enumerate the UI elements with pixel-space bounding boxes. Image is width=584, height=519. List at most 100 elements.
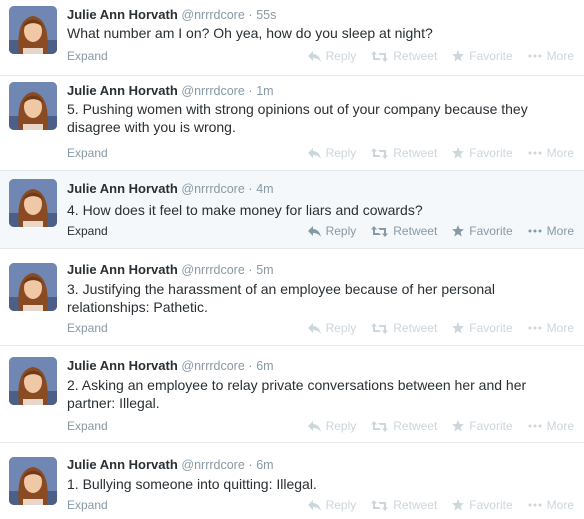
expand-link[interactable]: Expand [67, 418, 108, 434]
tweet-footer: Expand Reply Retweet Favorite More [67, 223, 574, 239]
reply-label: Reply [325, 224, 357, 238]
favorite-label: Favorite [469, 419, 513, 433]
tweet-actions: Reply Retweet Favorite More [293, 418, 574, 434]
tweet-text: 5. Pushing women with strong opinions ou… [67, 101, 528, 135]
favorite-button[interactable]: Favorite [452, 418, 513, 434]
expand-link[interactable]: Expand [67, 223, 108, 239]
retweet-label: Retweet [393, 498, 438, 512]
author-name[interactable]: Julie Ann Horvath [67, 181, 178, 196]
expand-link[interactable]: Expand [67, 48, 108, 64]
retweet-button[interactable]: Retweet [371, 48, 437, 64]
tweet[interactable]: Julie Ann Horvath @nrrrdcore · 5m 3. Jus… [0, 249, 584, 346]
more-dots-icon [528, 229, 542, 233]
avatar[interactable] [9, 82, 57, 130]
retweet-label: Retweet [393, 146, 438, 160]
reply-icon [307, 322, 321, 334]
retweet-label: Retweet [393, 224, 438, 238]
tweet-header: Julie Ann Horvath @nrrrdcore · 1m [67, 82, 274, 100]
tweet-text: 2. Asking an employee to relay private c… [67, 377, 527, 411]
tweet-timestamp[interactable]: 5m [256, 263, 273, 277]
avatar[interactable] [9, 179, 57, 227]
reply-button[interactable]: Reply [307, 497, 356, 513]
retweet-button[interactable]: Retweet [371, 497, 437, 513]
retweet-icon [371, 420, 389, 432]
more-label: More [546, 419, 574, 433]
tweet-footer: Expand Reply Retweet Favorite More [67, 320, 574, 336]
author-handle[interactable]: @nrrrdcore [181, 359, 244, 373]
tweet-actions: Reply Retweet Favorite More [293, 320, 574, 336]
retweet-icon [371, 147, 389, 159]
tweet[interactable]: Julie Ann Horvath @nrrrdcore · 4m 4. How… [0, 171, 584, 249]
tweet-timestamp[interactable]: 6m [256, 359, 273, 373]
separator-dot: · [248, 458, 253, 472]
favorite-label: Favorite [469, 321, 513, 335]
star-icon [452, 50, 465, 62]
tweet-timestamp[interactable]: 55s [256, 8, 276, 22]
author-handle[interactable]: @nrrrdcore [181, 458, 244, 472]
tweet-actions: Reply Retweet Favorite More [293, 48, 574, 64]
more-label: More [546, 321, 574, 335]
tweet-footer: Expand Reply Retweet Favorite More [67, 145, 574, 161]
retweet-label: Retweet [393, 321, 438, 335]
more-button[interactable]: More [528, 497, 574, 513]
expand-link[interactable]: Expand [67, 320, 108, 336]
author-name[interactable]: Julie Ann Horvath [67, 457, 178, 472]
reply-button[interactable]: Reply [307, 223, 357, 239]
reply-icon [307, 147, 321, 159]
more-button[interactable]: More [528, 48, 574, 64]
reply-label: Reply [325, 419, 357, 433]
author-handle[interactable]: @nrrrdcore [181, 8, 244, 22]
avatar[interactable] [9, 357, 57, 405]
retweet-button[interactable]: Retweet [371, 320, 437, 336]
reply-button[interactable]: Reply [307, 418, 357, 434]
tweet-footer: Expand Reply Retweet Favorite More [67, 48, 574, 64]
avatar[interactable] [9, 263, 57, 311]
star-icon [452, 147, 465, 159]
reply-button[interactable]: Reply [307, 320, 356, 336]
expand-link[interactable]: Expand [67, 145, 108, 161]
more-button[interactable]: More [528, 320, 574, 336]
author-name[interactable]: Julie Ann Horvath [67, 262, 178, 277]
favorite-button[interactable]: Favorite [452, 145, 513, 161]
author-handle[interactable]: @nrrrdcore [181, 84, 244, 98]
tweet-timestamp[interactable]: 6m [256, 458, 273, 472]
tweet-header: Julie Ann Horvath @nrrrdcore · 4m [67, 180, 274, 198]
tweet-footer: Expand Reply Retweet Favorite More [67, 497, 574, 513]
avatar[interactable] [9, 6, 57, 54]
avatar[interactable] [9, 457, 57, 505]
favorite-button[interactable]: Favorite [452, 223, 513, 239]
author-name[interactable]: Julie Ann Horvath [67, 358, 178, 373]
reply-button[interactable]: Reply [307, 48, 356, 64]
favorite-button[interactable]: Favorite [452, 48, 513, 64]
more-button[interactable]: More [528, 223, 574, 239]
retweet-button[interactable]: Retweet [371, 145, 437, 161]
more-button[interactable]: More [528, 418, 574, 434]
tweet[interactable]: Julie Ann Horvath @nrrrdcore · 6m 2. Ask… [0, 346, 584, 443]
author-name[interactable]: Julie Ann Horvath [67, 83, 178, 98]
retweet-button[interactable]: Retweet [371, 223, 437, 239]
tweet-header: Julie Ann Horvath @nrrrdcore · 6m [67, 456, 274, 474]
star-icon [452, 225, 465, 237]
star-icon [452, 322, 465, 334]
author-handle[interactable]: @nrrrdcore [181, 182, 244, 196]
reply-button[interactable]: Reply [307, 145, 356, 161]
tweet-actions: Reply Retweet Favorite More [293, 497, 574, 513]
more-label: More [546, 49, 574, 63]
more-button[interactable]: More [528, 145, 574, 161]
tweet-timestamp[interactable]: 1m [256, 84, 273, 98]
reply-icon [307, 225, 321, 237]
tweet[interactable]: Julie Ann Horvath @nrrrdcore · 1m 5. Pus… [0, 76, 584, 171]
separator-dot: · [248, 359, 253, 373]
author-name[interactable]: Julie Ann Horvath [67, 7, 178, 22]
retweet-button[interactable]: Retweet [371, 418, 437, 434]
favorite-button[interactable]: Favorite [452, 497, 513, 513]
tweet-timestamp[interactable]: 4m [256, 182, 273, 196]
author-handle[interactable]: @nrrrdcore [181, 263, 244, 277]
separator-dot: · [248, 182, 253, 196]
favorite-button[interactable]: Favorite [452, 320, 513, 336]
tweet[interactable]: Julie Ann Horvath @nrrrdcore · 55s What … [0, 0, 584, 76]
favorite-label: Favorite [469, 224, 513, 238]
tweet[interactable]: Julie Ann Horvath @nrrrdcore · 6m 1. Bul… [0, 443, 584, 519]
separator-dot: · [248, 263, 253, 277]
expand-link[interactable]: Expand [67, 497, 108, 513]
